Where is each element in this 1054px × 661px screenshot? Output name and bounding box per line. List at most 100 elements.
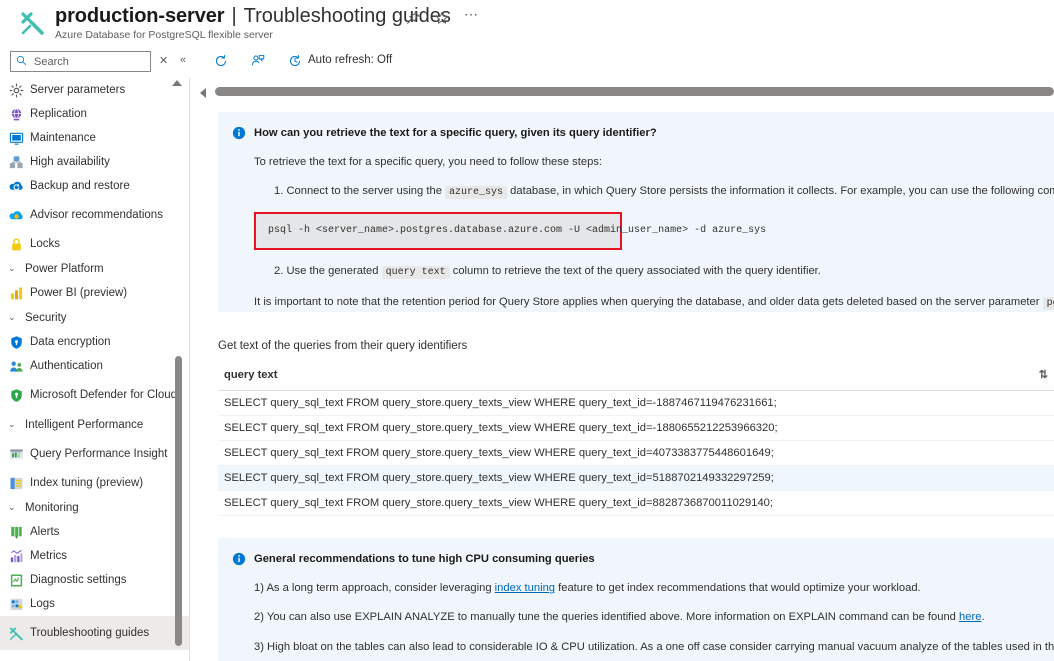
sidebar-item-label: Locks [30,237,61,250]
cell-query-text: SELECT query_sql_text FROM query_store.q… [218,465,994,491]
search-box[interactable] [10,51,151,72]
sidebar-item-data-encryption[interactable]: Data encryption [0,330,189,354]
cell-spacer [994,440,1054,466]
explain-command-here-link[interactable]: here [959,611,981,623]
table-body: SELECT query_sql_text FROM query_store.q… [218,390,1054,516]
table-row[interactable]: SELECT query_sql_text FROM query_store.q… [218,490,1054,516]
step-1-text-after: database, in which Query Store persists … [510,185,1054,198]
feedback-button[interactable] [251,54,271,68]
info-box-title: How can you retrieve the text for a spec… [254,127,657,139]
info-box-paragraph: To retrieve the text for a specific quer… [254,156,603,169]
sidebar-item-label: Troubleshooting guides [30,626,150,639]
sidebar-item-label: Diagnostic settings [30,573,127,586]
troubleshooting-guides-icon [9,626,24,641]
refresh-button[interactable] [214,54,234,68]
sort-ascending-descending-icon[interactable]: ⇅ [1039,369,1048,381]
diagnostic-settings-icon [9,573,24,588]
info-circle-icon [232,126,246,140]
auto-refresh-button[interactable]: Auto refresh: Off [288,54,392,68]
chevron-down-icon: ⌄ [8,419,16,429]
close-search-icon[interactable]: ✕ [159,54,168,67]
rec-1-after: feature to get index recommendations tha… [558,582,921,595]
sidebar-item-alerts[interactable]: Alerts [0,520,189,544]
index-tuning-link[interactable]: index tuning [495,582,555,594]
sidebar-item-high-availability[interactable]: High availability [0,150,189,174]
favorite-star-icon[interactable] [435,11,449,25]
horizontal-scroll-thumb[interactable] [215,87,1054,96]
sidebar-item-troubleshooting-guides[interactable]: Troubleshooting guides [0,616,189,650]
sidebar-group-security[interactable]: ⌄ Security [0,305,189,330]
collapse-sidebar-icon[interactable]: « [180,54,186,66]
search-input[interactable] [32,54,142,69]
cell-spacer [994,390,1054,416]
recommendations-title: General recommendations to tune high CPU… [254,553,595,565]
sidebar-navigation[interactable]: Server parameters Replication Maintenance H… [0,78,190,661]
scroll-left-arrow-icon[interactable] [200,88,206,98]
search-icon [16,53,27,71]
authentication-icon [9,359,24,374]
azure-sys-code-chip: azure_sys [445,186,508,200]
recommendation-1: 1) As a long term approach, consider lev… [254,580,1040,596]
sidebar-item-authentication[interactable]: Authentication [0,354,189,378]
step-1-text-before: 1. Connect to the server using the [274,185,442,198]
clock-icon [288,54,302,68]
table-row[interactable]: SELECT query_sql_text FROM query_store.q… [218,390,1054,416]
sidebar-item-index-tuning-preview-[interactable]: Index tuning (preview) [0,471,189,495]
chevron-down-icon: ⌄ [8,312,16,322]
recommendation-3: 3) High bloat on the tables can also lea… [254,640,1054,653]
sidebar-item-maintenance[interactable]: Maintenance [0,126,189,150]
sidebar-scroll-thumb[interactable] [175,356,182,646]
alerts-icon [9,525,24,540]
lock-icon [9,237,24,252]
sidebar-item-microsoft-defender-for-cloud[interactable]: Microsoft Defender for Cloud [0,378,189,412]
page-header: production-server | Troubleshooting guid… [0,0,1054,46]
cell-query-text: SELECT query_sql_text FROM query_store.q… [218,415,994,441]
query-text-table-section: Get text of the queries from their query… [218,340,1054,564]
pin-icon[interactable] [406,11,420,25]
sidebar-item-metrics[interactable]: Metrics [0,544,189,568]
sidebar-item-label: Maintenance [30,131,96,144]
query-text-info-box: How can you retrieve the text for a spec… [218,112,1054,312]
sidebar-item-logs[interactable]: Logs [0,592,189,616]
sidebar-group-intelligent-performance[interactable]: ⌄ Intelligent Performance [0,412,189,437]
sidebar-item-label: Advisor recommendations [30,208,163,221]
sidebar-item-locks[interactable]: Locks [0,232,189,256]
sidebar-item-advisor-recommendations[interactable]: Advisor recommendations [0,198,189,232]
query-text-code-chip: query text [381,266,450,280]
sidebar-group-label: Intelligent Performance [25,418,144,431]
cell-spacer [994,415,1054,441]
sidebar-item-server-parameters[interactable]: Server parameters [0,78,189,102]
sidebar-group-power-platform[interactable]: ⌄ Power Platform [0,256,189,281]
chevron-down-icon: ⌄ [8,263,16,273]
advisor-icon [9,208,24,223]
horizontal-scrollbar[interactable] [200,85,1054,99]
column-header-query-text[interactable]: query text [218,364,994,391]
sidebar-item-query-performance-insight[interactable]: Query Performance Insight [0,437,189,471]
table-row[interactable]: SELECT query_sql_text FROM query_store.q… [218,465,1054,491]
sidebar-group-label: Power Platform [25,262,104,275]
table-header-row: query text ⇅ [218,364,1054,391]
table-row[interactable]: SELECT query_sql_text FROM query_store.q… [218,440,1054,466]
sidebar-item-power-bi-preview-[interactable]: Power BI (preview) [0,281,189,305]
sidebar-item-label: Microsoft Defender for Cloud [30,388,178,401]
table-row[interactable]: SELECT query_sql_text FROM query_store.q… [218,415,1054,441]
sidebar-group-monitoring[interactable]: ⌄ Monitoring [0,495,189,520]
info-circle-icon [232,552,246,566]
sidebar-item-label: Data encryption [30,335,111,348]
cell-spacer [994,465,1054,491]
scroll-up-arrow-icon[interactable] [172,80,182,86]
sidebar-item-backup-and-restore[interactable]: Backup and restore [0,174,189,198]
sidebar-scrollbar[interactable] [172,78,185,661]
command-buttons: Auto refresh: Off [214,50,392,72]
general-recommendations-info-box: General recommendations to tune high CPU… [218,538,1054,661]
metrics-chart-icon [9,549,24,564]
sidebar-item-diagnostic-settings[interactable]: Diagnostic settings [0,568,189,592]
sidebar-item-label: Authentication [30,359,103,372]
psql-command-code-block[interactable]: psql -h <server_name>.postgres.database.… [254,211,766,251]
sidebar-item-replication[interactable]: Replication [0,102,189,126]
sidebar-item-label: Server parameters [30,83,126,96]
azure-portal-blade: production-server | Troubleshooting guid… [0,0,1054,661]
sidebar-group-label: Monitoring [25,501,79,514]
table-caption: Get text of the queries from their query… [218,340,468,352]
index-tuning-icon [9,476,24,491]
